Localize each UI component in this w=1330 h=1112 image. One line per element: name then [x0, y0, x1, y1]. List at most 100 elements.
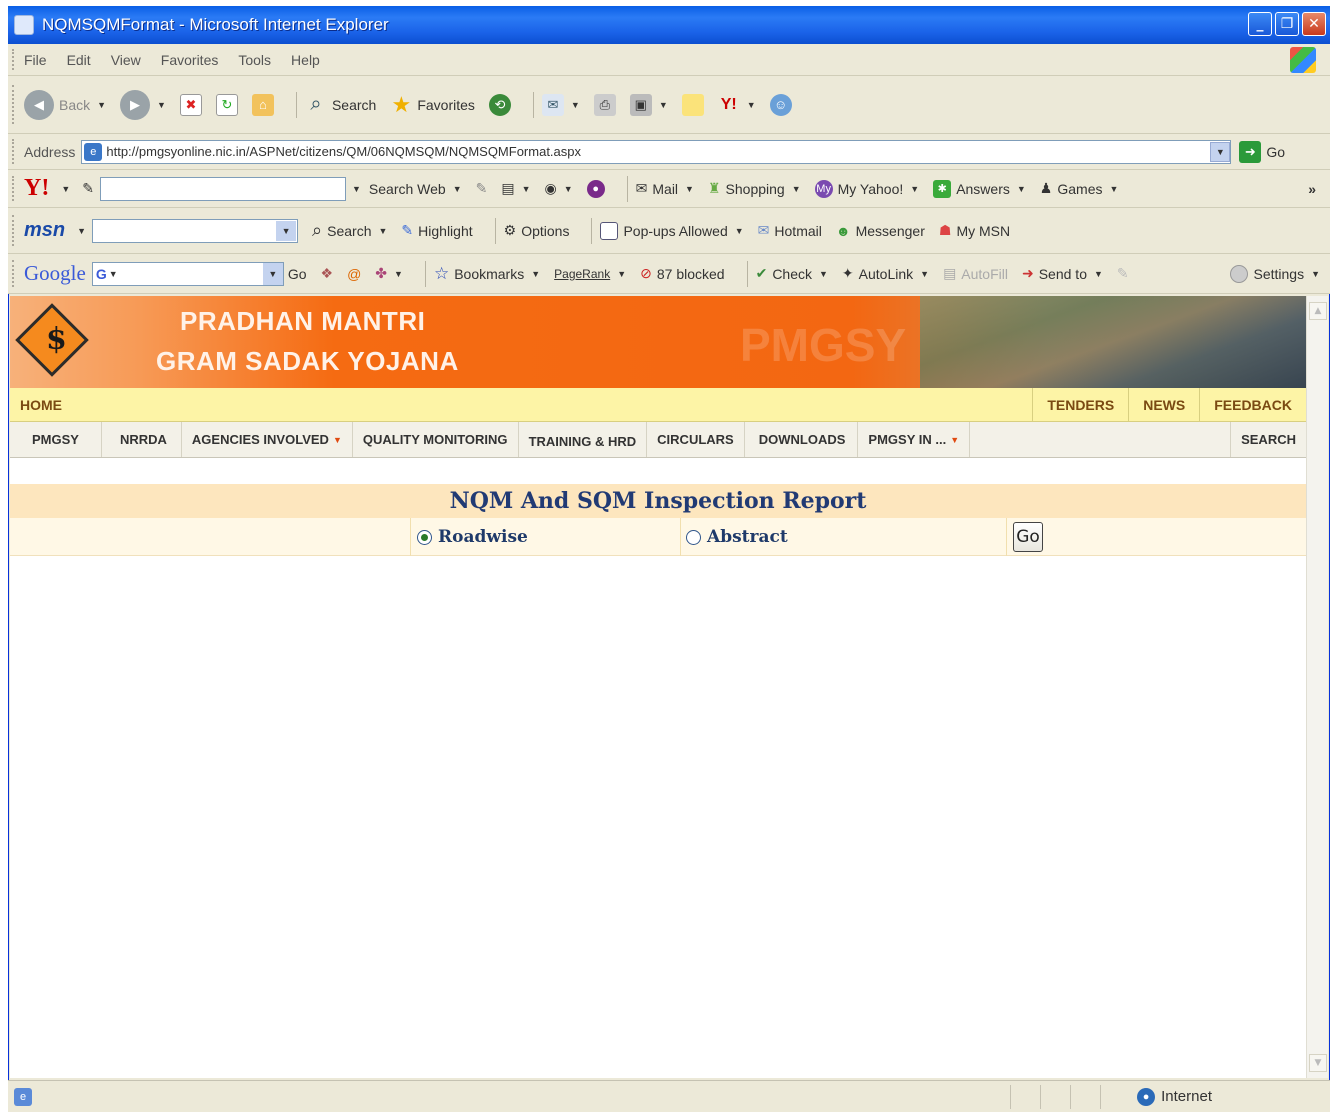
- my-msn-button[interactable]: ☗ My MSN: [939, 222, 1010, 239]
- answers-button[interactable]: ✱ Answers ▼: [933, 179, 1026, 198]
- scroll-down-icon[interactable]: ▼: [1309, 1054, 1327, 1072]
- nav-feedback[interactable]: FEEDBACK: [1199, 388, 1306, 421]
- yahoo-mail-button[interactable]: ✉ Mail ▼: [636, 180, 694, 197]
- autolink-button[interactable]: ✦ AutoLink ▼: [842, 265, 929, 282]
- messenger-link[interactable]: ☻ Messenger: [836, 223, 925, 239]
- puzzle-icon[interactable]: ✤ ▼: [375, 265, 403, 282]
- spellcheck-button[interactable]: ✔ Check ▼: [756, 265, 828, 282]
- nav-pmgsy-in[interactable]: PMGSY IN ... ▼: [858, 422, 971, 457]
- menu-view[interactable]: View: [111, 52, 141, 68]
- pencil-icon[interactable]: ✎: [82, 180, 94, 197]
- ie-page-icon: [14, 15, 34, 35]
- messenger-button[interactable]: ☺: [769, 93, 792, 116]
- nav-quality-monitoring[interactable]: QUALITY MONITORING: [353, 422, 519, 457]
- road-photo: [920, 296, 1306, 388]
- nav-nrrda[interactable]: NRRDA: [102, 422, 182, 457]
- vertical-scrollbar[interactable]: ▲ ▼: [1306, 296, 1328, 1078]
- popups-button[interactable]: Pop-ups Allowed ▼: [600, 221, 744, 240]
- nav-downloads[interactable]: DOWNLOADS: [745, 422, 859, 457]
- pen-icon[interactable]: ✎: [1117, 265, 1129, 282]
- back-button[interactable]: ◀ Back ▼: [24, 89, 106, 120]
- favorites-button[interactable]: ★ Favorites: [390, 92, 474, 117]
- print-button[interactable]: ⎙: [593, 93, 616, 116]
- more-chevron-icon[interactable]: »: [1308, 181, 1316, 197]
- search-button[interactable]: ⌕ Search: [305, 93, 376, 116]
- restore-button[interactable]: ❐: [1275, 12, 1299, 36]
- menu-help[interactable]: Help: [291, 52, 320, 68]
- pagerank-button[interactable]: PageRank ▼: [554, 267, 626, 281]
- msn-search-input[interactable]: ▼: [92, 218, 299, 243]
- page-status-icon: e: [14, 1087, 32, 1106]
- menu-edit[interactable]: Edit: [67, 52, 91, 68]
- nav-home[interactable]: HOME: [10, 397, 62, 413]
- minimize-button[interactable]: _: [1248, 12, 1272, 36]
- options-button[interactable]: ⚙ Options: [504, 222, 570, 239]
- chevron-down-icon[interactable]: ▼: [262, 262, 283, 285]
- google-g-icon[interactable]: G: [96, 266, 107, 282]
- abstract-radio[interactable]: Abstract: [686, 527, 788, 547]
- settings-button[interactable]: Settings ▼: [1230, 264, 1320, 283]
- notes-button[interactable]: [681, 93, 704, 116]
- forward-button[interactable]: ▶ ▼: [120, 89, 166, 120]
- nav-pmgsy[interactable]: PMGSY: [10, 422, 102, 457]
- printer-icon: ⎙: [593, 93, 616, 116]
- games-button[interactable]: ♟ Games ▼: [1040, 180, 1119, 197]
- autofill-button[interactable]: ▤ AutoFill: [943, 265, 1008, 282]
- security-zone: ● Internet: [1137, 1087, 1212, 1106]
- nav-search[interactable]: SEARCH: [1230, 422, 1306, 457]
- my-yahoo-button[interactable]: My My Yahoo! ▼: [814, 179, 919, 198]
- nav-training-hrd[interactable]: TRAINING & HRD: [519, 422, 648, 457]
- google-go-button[interactable]: Go: [288, 266, 307, 282]
- menu-file[interactable]: File: [24, 52, 47, 68]
- logo-mark-icon: $: [46, 322, 67, 357]
- google-logo-icon[interactable]: Google: [24, 261, 86, 286]
- title-bar: NQMSQMFormat - Microsoft Internet Explor…: [8, 6, 1330, 44]
- layout-icon[interactable]: ▤ ▼: [501, 180, 530, 197]
- news-icon[interactable]: ❖: [321, 265, 334, 282]
- shopping-button[interactable]: ♜ Shopping ▼: [708, 180, 801, 197]
- home-button[interactable]: ⌂: [251, 93, 274, 116]
- address-input[interactable]: e http://pmgsyonline.nic.in/ASPNet/citiz…: [81, 139, 1232, 164]
- nav-tenders[interactable]: TENDERS: [1032, 388, 1128, 421]
- chevron-down-icon[interactable]: ▼: [276, 220, 297, 241]
- google-search-input[interactable]: G ▼ ▼: [91, 261, 284, 286]
- scroll-up-icon[interactable]: ▲: [1309, 302, 1327, 320]
- antispy-icon[interactable]: ●: [586, 179, 605, 198]
- msn-search-button[interactable]: ⌕ Search ▼: [312, 220, 387, 241]
- refresh-button[interactable]: ↻: [215, 93, 238, 116]
- nav-agencies-involved[interactable]: AGENCIES INVOLVED ▼: [182, 422, 353, 457]
- popup-blocker-button[interactable]: ⊘ 87 blocked: [640, 265, 724, 282]
- bookmarks-button[interactable]: ☆ Bookmarks ▼: [434, 264, 540, 284]
- roadwise-radio[interactable]: Roadwise: [417, 527, 528, 547]
- msn-logo-icon[interactable]: msn: [24, 219, 65, 242]
- spiral-icon[interactable]: @: [347, 266, 361, 282]
- hotmail-button[interactable]: ✉ Hotmail: [758, 222, 822, 239]
- highlight-pen-icon[interactable]: ✎: [476, 180, 488, 197]
- blocked-icon: ⊘: [640, 265, 652, 281]
- yahoo-logo-icon[interactable]: Y!: [24, 175, 49, 202]
- sendto-button[interactable]: ➜ Send to ▼: [1022, 265, 1103, 282]
- nav-circulars[interactable]: CIRCULARS: [647, 422, 745, 457]
- history-button[interactable]: ⟲: [488, 93, 511, 116]
- menu-favorites[interactable]: Favorites: [161, 52, 219, 68]
- globe-icon[interactable]: ◉ ▼: [545, 180, 573, 197]
- close-button[interactable]: ✕: [1302, 12, 1326, 36]
- highlight-button[interactable]: ✎ Highlight: [401, 222, 472, 239]
- settings-icon: [1230, 264, 1249, 283]
- stop-button[interactable]: ✖: [179, 93, 202, 116]
- nav-news[interactable]: NEWS: [1128, 388, 1199, 421]
- go-arrow-icon: ➜: [1239, 140, 1262, 163]
- menu-tools[interactable]: Tools: [238, 52, 271, 68]
- address-label: Address: [24, 143, 76, 160]
- mail-button[interactable]: ✉ ▼: [541, 93, 580, 116]
- yahoo-button[interactable]: Y! ▼: [718, 94, 756, 116]
- yahoo-search-input[interactable]: [99, 176, 346, 201]
- msn-toolbar: msn ▼ ▼ ⌕ Search ▼ ✎ Highlight ⚙ Options Pop-…: [8, 208, 1330, 254]
- chevron-down-icon[interactable]: ▼: [1210, 141, 1231, 162]
- edit-button[interactable]: ▣ ▼: [629, 93, 668, 116]
- report-go-button[interactable]: Go: [1013, 522, 1043, 552]
- windows-logo-icon: [1290, 46, 1316, 73]
- search-web-button[interactable]: Search Web ▼: [369, 181, 462, 197]
- go-button[interactable]: ➜ Go: [1239, 140, 1285, 163]
- report-options-row: Roadwise Abstract Go: [10, 518, 1306, 556]
